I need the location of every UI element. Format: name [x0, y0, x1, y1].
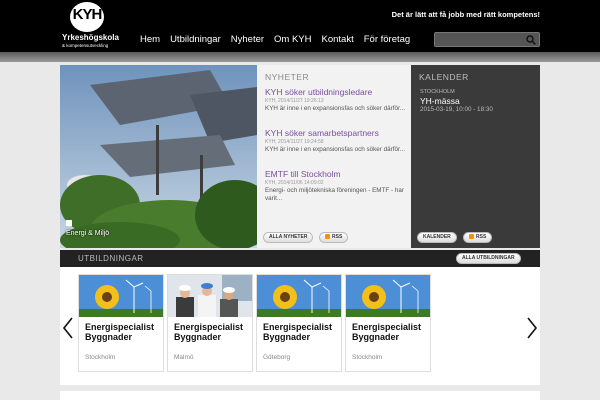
rss-icon	[325, 234, 330, 239]
header-shadow-band	[0, 52, 600, 62]
calendar-rss-button[interactable]: RSS	[463, 232, 493, 243]
engineers-image	[168, 275, 252, 317]
calendar-date: 2015-03-19, 10:00 - 18:30	[420, 106, 493, 113]
calendar-event[interactable]: YH-mässa	[420, 96, 460, 106]
education-card[interactable]: Energispecialist Byggnader Stockholm	[78, 274, 164, 372]
hero-image	[60, 65, 257, 248]
news-headline[interactable]: EMTF till Stockholm	[265, 169, 407, 179]
calendar-button[interactable]: KALENDER	[417, 232, 457, 243]
education-card[interactable]: Energispecialist Byggnader Malmö	[167, 274, 253, 372]
education-header: UTBILDNINGAR ALLA UTBILDNINGAR	[60, 250, 540, 267]
main-nav: Hem Utbildningar Nyheter Om KYH Kontakt …	[140, 34, 410, 45]
news-text: Energi- och miljötekniska föreningen - E…	[265, 187, 404, 202]
card-city: Stockholm	[85, 354, 116, 361]
all-education-button[interactable]: ALLA UTBILDNINGAR	[456, 253, 521, 264]
card-city: Stockholm	[352, 354, 383, 361]
top-bar: KYH Yrkeshögskola & kompetensutveckling …	[0, 0, 600, 52]
footer-strip	[60, 391, 540, 400]
news-rss-button[interactable]: RSS	[319, 232, 349, 243]
search-icon[interactable]	[526, 35, 536, 45]
all-news-button[interactable]: ALLA NYHETER	[263, 232, 314, 243]
rss-label: RSS	[476, 234, 487, 240]
carousel-next-arrow-icon[interactable]	[526, 317, 538, 339]
card-title[interactable]: Energispecialist Byggnader	[174, 322, 243, 342]
carousel-prev-arrow-icon[interactable]	[62, 317, 74, 339]
news-item[interactable]: KYH söker samarbetspartners KYH, 2014/11…	[265, 128, 407, 154]
education-title: UTBILDNINGAR	[78, 254, 144, 263]
nav-item-kontakt[interactable]: Kontakt	[322, 34, 354, 45]
news-item[interactable]: EMTF till Stockholm KYH, 2014/11/06 14:0…	[265, 169, 407, 203]
search-input[interactable]	[434, 32, 540, 47]
calendar-panel: KALENDER STOCKHOLM YH-mässa 2015-03-19, …	[411, 65, 540, 248]
nav-item-nyheter[interactable]: Nyheter	[231, 34, 264, 45]
news-item[interactable]: KYH söker utbildningsledare KYH, 2014/11…	[265, 87, 407, 113]
logo-mark: KYH	[72, 6, 103, 23]
news-text: KYH är inne i en expansionsfas och söker…	[265, 105, 406, 112]
news-date: KYH, 2014/11/27 19:26:13	[265, 98, 324, 104]
sunflower-wind-image	[257, 275, 341, 317]
news-date: KYH, 2014/11/27 19:24:58	[265, 139, 324, 145]
nav-item-utbildningar[interactable]: Utbildningar	[170, 34, 221, 45]
nav-item-om-kyh[interactable]: Om KYH	[274, 34, 311, 45]
education-carousel: Energispecialist Byggnader Stockholm Ener…	[60, 267, 540, 385]
card-title[interactable]: Energispecialist Byggnader	[352, 322, 421, 342]
sunflower-wind-image	[79, 275, 163, 317]
news-panel: NYHETER KYH söker utbildningsledare KYH,…	[257, 65, 411, 248]
card-city: Malmö	[174, 354, 194, 361]
logo-name: Yrkeshögskola	[62, 33, 119, 42]
hero-caption: Energi & Miljö	[66, 230, 110, 237]
logo[interactable]: KYH Yrkeshögskola & kompetensutveckling	[62, 2, 119, 50]
card-title[interactable]: Energispecialist Byggnader	[85, 322, 154, 342]
slide-indicator[interactable]	[66, 220, 72, 226]
rss-icon	[469, 234, 474, 239]
rss-label: RSS	[332, 234, 343, 240]
news-text: KYH är inne i en expansionsfas och söker…	[265, 146, 406, 153]
calendar-city: STOCKHOLM	[420, 89, 455, 95]
news-date: KYH, 2014/11/06 14:09:02	[265, 180, 324, 186]
logo-subtitle: & kompetensutveckling	[62, 43, 109, 48]
news-headline[interactable]: KYH söker samarbetspartners	[265, 128, 407, 138]
card-title[interactable]: Energispecialist Byggnader	[263, 322, 332, 342]
sunflower-wind-image	[346, 275, 430, 317]
nav-item-for-foretag[interactable]: För företag	[364, 34, 410, 45]
hero-slideshow[interactable]: Energi & Miljö	[60, 65, 257, 248]
nav-item-hem[interactable]: Hem	[140, 34, 160, 45]
education-card[interactable]: Energispecialist Byggnader Göteborg	[256, 274, 342, 372]
news-headline[interactable]: KYH söker utbildningsledare	[265, 87, 407, 97]
calendar-title: KALENDER	[419, 72, 469, 82]
news-title: NYHETER	[265, 72, 310, 82]
education-card[interactable]: Energispecialist Byggnader Stockholm	[345, 274, 431, 372]
card-city: Göteborg	[263, 354, 291, 361]
tagline: Det är lätt att få jobb med rätt kompete…	[391, 10, 540, 19]
